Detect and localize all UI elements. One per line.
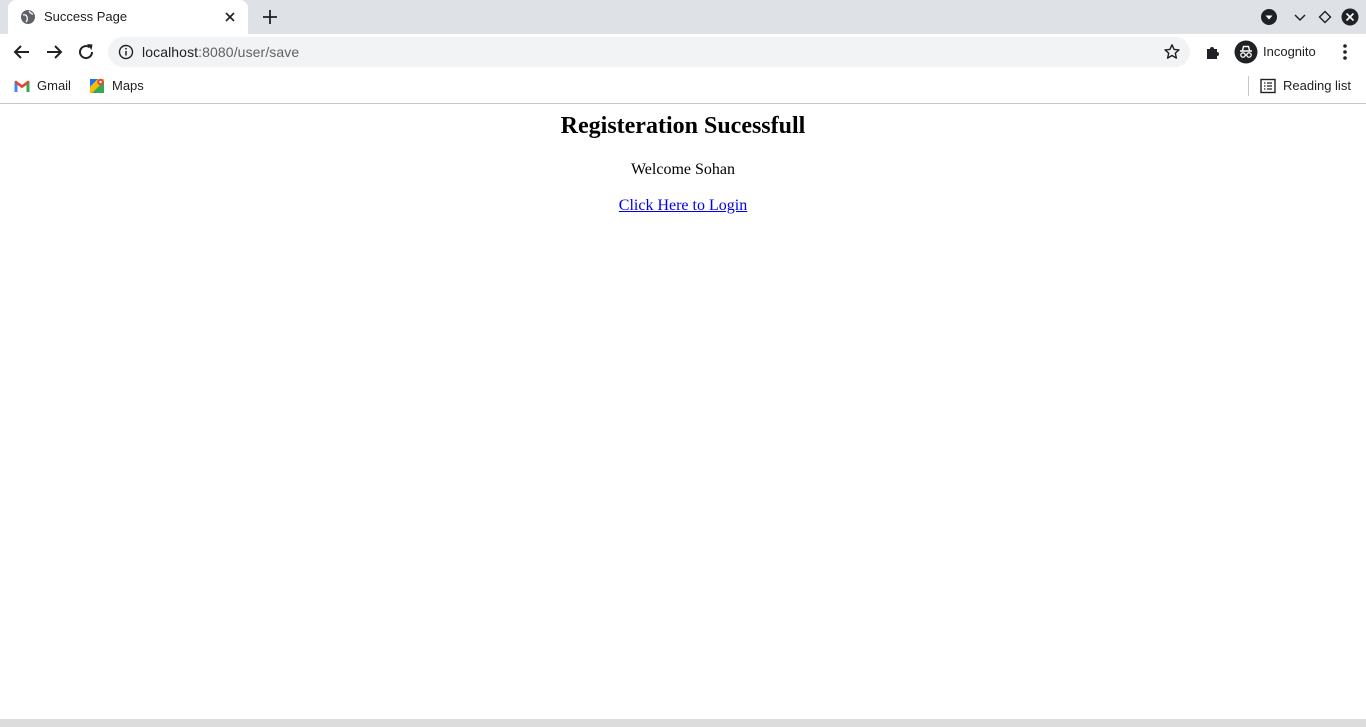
url-text[interactable]: localhost:8080/user/save — [142, 44, 299, 60]
gmail-icon — [14, 80, 30, 92]
browser-toolbar: localhost:8080/user/save Incognito — [0, 34, 1366, 70]
window-close-icon[interactable] — [1341, 8, 1359, 26]
bookmark-star-icon[interactable] — [1163, 43, 1181, 61]
bookmarks-divider — [1248, 76, 1249, 96]
url-path: :8080/user/save — [198, 44, 300, 60]
close-icon[interactable] — [222, 9, 238, 25]
bookmark-gmail[interactable]: Gmail — [13, 76, 75, 96]
bookmarks-bar: Gmail Maps Reading list — [0, 70, 1366, 104]
maps-icon — [90, 78, 104, 93]
login-link[interactable]: Click Here to Login — [619, 196, 747, 216]
forward-arrow-icon[interactable] — [42, 40, 66, 64]
maximize-icon[interactable] — [1316, 8, 1334, 26]
reading-list-icon — [1260, 78, 1276, 94]
more-menu-icon[interactable] — [1333, 40, 1357, 64]
incognito-label: Incognito — [1263, 44, 1316, 59]
page-heading: Registeration Sucessfull — [560, 113, 806, 139]
minimize-icon[interactable] — [1291, 8, 1309, 26]
url-host: localhost — [142, 44, 199, 60]
back-arrow-icon[interactable] — [10, 40, 34, 64]
bookmark-label: Gmail — [37, 78, 71, 93]
globe-icon — [21, 10, 35, 24]
site-info-icon[interactable] — [118, 44, 134, 60]
new-tab-button[interactable] — [259, 6, 281, 28]
extensions-icon[interactable] — [1201, 40, 1225, 64]
tab-title: Success Page — [44, 9, 128, 24]
window-bottom-edge — [0, 719, 1366, 727]
bookmark-maps[interactable]: Maps — [88, 76, 148, 96]
incognito-icon — [1234, 40, 1258, 64]
tab-strip: Success Page — [0, 0, 1366, 34]
tab-search-icon[interactable] — [1260, 8, 1278, 26]
incognito-profile-button[interactable]: Incognito — [1232, 39, 1326, 65]
welcome-message: Welcome Sohan — [630, 161, 735, 178]
bookmark-label: Maps — [112, 78, 144, 93]
reading-list-label: Reading list — [1283, 78, 1351, 93]
reload-icon[interactable] — [74, 40, 98, 64]
tab-success-page[interactable]: Success Page — [8, 0, 248, 34]
page-content: Registeration Sucessfull Welcome Sohan C… — [0, 104, 1366, 719]
address-bar[interactable]: localhost:8080/user/save — [108, 37, 1190, 67]
reading-list-button[interactable]: Reading list — [1259, 76, 1359, 96]
